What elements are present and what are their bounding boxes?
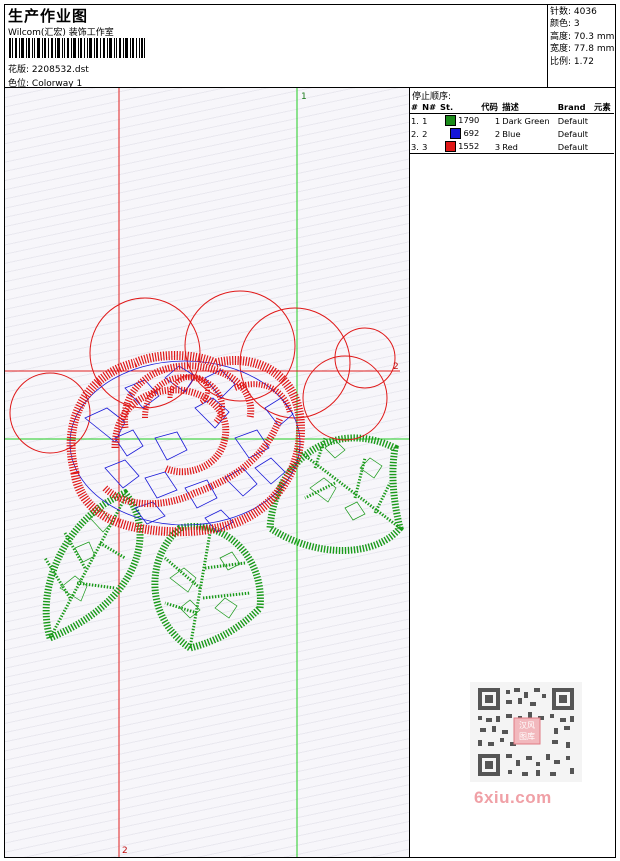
rose-fill [69,360,301,533]
col-brand: Brand [556,101,594,114]
stamp-text-top: 汉风 [519,721,535,730]
color-swatch-dark-green [444,115,456,126]
design-file-line: 花版: 2208532.dst [8,62,89,75]
header-panel: 生产作业图 Wilcom(汇宏) 装饰工作室 花版: 2208532.dst 色… [5,5,548,89]
leaf-bottom [151,523,264,652]
guide-label-red-right: 2 [393,362,399,372]
guide-label-green: 1 [301,92,307,102]
studio-name: Wilcom(汇宏) 装饰工作室 [8,28,114,38]
leaf-left [42,488,144,643]
col-code: 代码 [480,101,502,114]
col-stitches: St. [439,101,481,114]
stamp-text-bottom: 图库 [519,731,535,741]
design-file-name: 2208532.dst [31,65,89,75]
qr-code-watermark: 汉风 图库 [470,682,582,782]
stat-width: 宽度: 77.8 mm [550,44,615,55]
color-swatch-blue [449,128,461,139]
color-swatch-red [444,141,456,152]
embroidery-design: 1 2 2 [5,88,409,857]
page-title: 生产作业图 [8,7,89,25]
table-row: 3. 3 1552 3 Red Default [410,140,614,154]
stat-scale: 比例: 1.72 [550,56,594,67]
col-element: 元素 [593,101,614,114]
leaf-right [266,434,404,554]
barcode-image [9,38,145,58]
stop-sequence-title: 停止顺序: [412,92,452,102]
site-watermark: 6xiu.com [474,788,552,807]
design-file-label: 花版: [8,65,30,75]
col-index: # [410,101,422,114]
col-description: 描述 [501,101,557,114]
stat-height: 高度: 70.3 mm [550,31,615,42]
decorative-loops [9,290,396,454]
table-row: 1. 1 1790 1 Dark Green Default [411,115,589,126]
table-header: # N# St. 代码 描述 Brand 元素 [410,101,614,114]
table-row: 2. 2 692 2 Blue Default [411,128,589,139]
stat-stitches: 针数: 4036 [550,7,597,17]
design-preview-canvas: 1 2 2 [5,88,410,857]
stats-panel: 针数: 4036 颜色: 3 高度: 70.3 mm 宽度: 77.8 mm 比… [548,5,615,88]
guide-label-red-bottom: 2 [122,846,128,856]
col-number: N# [421,101,439,114]
stat-colors: 颜色: 3 [550,19,580,30]
color-sequence-table: # N# St. 代码 描述 Brand 元素 1. 1 1790 1 Dark… [410,101,614,154]
